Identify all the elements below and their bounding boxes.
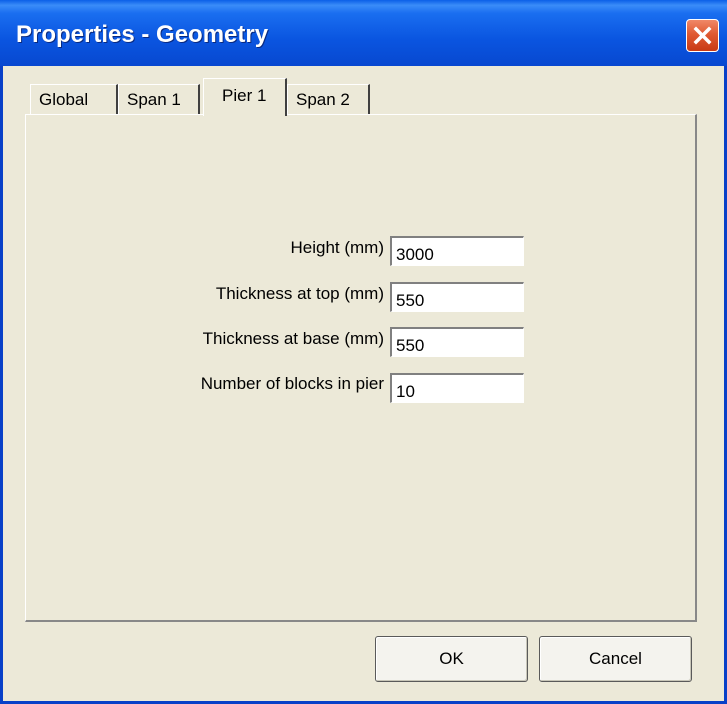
- height-label: Height (mm): [290, 238, 384, 257]
- height-input[interactable]: [390, 236, 524, 266]
- blocks-in-pier-label: Number of blocks in pier: [200, 374, 384, 393]
- tab-label: Pier 1: [222, 86, 267, 105]
- cancel-button[interactable]: Cancel: [539, 636, 692, 682]
- close-button[interactable]: [686, 19, 719, 52]
- thickness-base-input[interactable]: [390, 327, 524, 357]
- thickness-top-input[interactable]: [390, 282, 524, 312]
- tab-label: Span 2: [296, 90, 350, 109]
- window-title: Properties - Geometry: [16, 21, 269, 48]
- tab-label: Global: [39, 90, 89, 109]
- thickness-base-label: Thickness at base (mm): [202, 329, 384, 348]
- close-icon: [693, 26, 712, 45]
- tab-panel-pier-1: [25, 114, 697, 622]
- blocks-in-pier-input[interactable]: [390, 373, 524, 403]
- tab-global[interactable]: Global: [30, 84, 118, 116]
- ok-button[interactable]: OK: [375, 636, 528, 682]
- tab-label: Span 1: [127, 90, 181, 109]
- tab-span-2[interactable]: Span 2: [287, 84, 370, 116]
- tab-pier-1[interactable]: Pier 1: [203, 78, 287, 118]
- thickness-top-label: Thickness at top (mm): [215, 284, 384, 303]
- title-bar[interactable]: Properties - Geometry: [0, 0, 727, 66]
- tab-span-1[interactable]: Span 1: [118, 84, 200, 116]
